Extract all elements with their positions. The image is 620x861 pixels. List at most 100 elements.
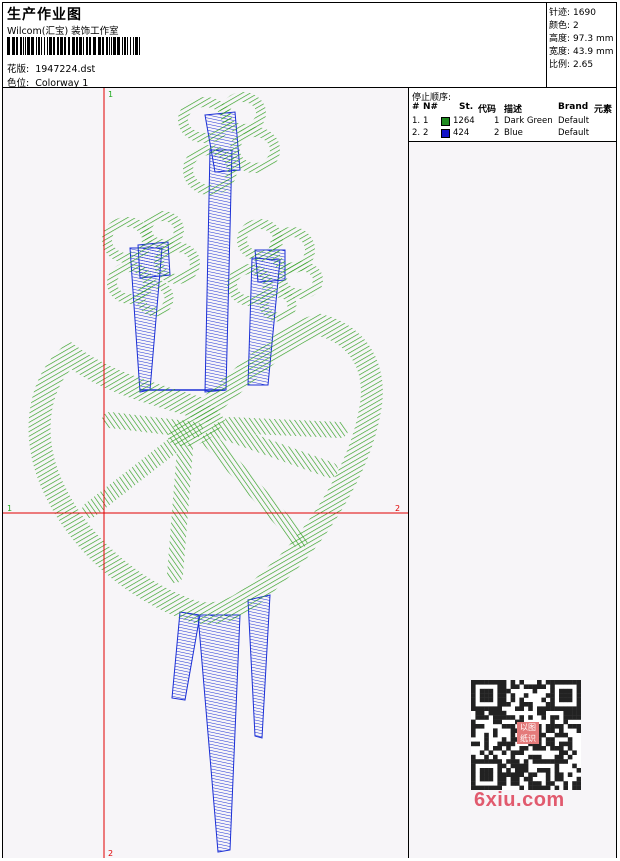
qr-module	[576, 684, 581, 689]
qr-module	[475, 759, 480, 764]
design-value: 1947224.dst	[35, 64, 96, 75]
qr-module	[510, 693, 516, 698]
col-code: 代码	[478, 105, 497, 115]
barcode-bar	[41, 37, 42, 55]
qr-module	[471, 763, 476, 769]
qr-module	[510, 754, 516, 760]
qr-module	[550, 724, 555, 729]
qr-module	[484, 768, 489, 773]
qr-module	[523, 768, 529, 773]
qr-module	[567, 706, 573, 711]
qr-module	[554, 754, 560, 760]
qr-module	[510, 715, 516, 720]
qr-module	[484, 746, 489, 751]
qr-module	[572, 724, 577, 729]
qr-module	[528, 772, 533, 777]
qr-module	[563, 750, 568, 755]
qr-module	[519, 680, 524, 685]
qr-module	[559, 693, 564, 698]
qr-module	[515, 684, 520, 689]
design-height: 高度: 97.3 mm	[549, 31, 613, 44]
qr-module	[471, 776, 476, 782]
qr-module	[519, 763, 524, 769]
qr-module	[501, 781, 507, 786]
qr-module	[497, 719, 502, 725]
axis-mark-top: 1	[108, 90, 113, 99]
qr-module	[479, 776, 485, 782]
qr-module	[563, 781, 568, 786]
qr-module	[510, 741, 516, 747]
qr-module	[497, 710, 502, 716]
barcode-bar	[109, 37, 110, 55]
qr-module	[541, 715, 546, 720]
qr-module	[519, 750, 524, 755]
qr-module	[567, 693, 573, 698]
qr-module	[545, 781, 551, 786]
qr-module	[567, 741, 573, 747]
qr-module	[475, 715, 480, 720]
qr-module	[479, 688, 485, 694]
qr-module	[488, 688, 494, 694]
colors-value: 2	[573, 21, 579, 31]
axis-mark-left: 1	[7, 504, 12, 513]
qr-module	[488, 680, 494, 685]
qr-module	[475, 706, 480, 711]
stop-table-header: # N# St. 代码 描述 Brand 元素	[412, 102, 616, 115]
qr-module	[563, 759, 568, 764]
qr-module	[572, 680, 577, 685]
qr-module	[497, 776, 502, 782]
qr-module	[563, 710, 568, 716]
embroidery-preview: 1 2 1 2	[3, 88, 408, 858]
qr-module	[554, 706, 560, 711]
barcode-bar	[102, 37, 104, 55]
qr-module	[576, 710, 581, 716]
qr-module	[488, 693, 494, 698]
qr-module	[545, 768, 551, 773]
qr-module	[550, 759, 555, 764]
qr-module	[519, 768, 524, 773]
qr-module	[497, 688, 502, 694]
design-canvas[interactable]: 1 2 1 2	[3, 88, 408, 858]
qr-module	[510, 697, 516, 703]
qr-module	[488, 710, 494, 716]
qr-module	[567, 746, 573, 751]
qr-module	[501, 688, 507, 694]
qr-module	[475, 741, 480, 747]
barcode-bar	[25, 37, 26, 55]
stitches-label: 针迹:	[549, 8, 571, 18]
qr-module	[545, 737, 551, 742]
qr-module	[523, 702, 529, 707]
qr-module	[506, 768, 511, 773]
qr-module	[506, 746, 511, 751]
barcode-bar	[133, 37, 134, 55]
qr-module	[537, 754, 542, 760]
qr-module	[537, 768, 542, 773]
qr-module	[510, 732, 516, 738]
qr-module	[567, 772, 573, 777]
qr-module	[559, 680, 564, 685]
qr-module	[576, 697, 581, 703]
qr-module	[493, 719, 498, 725]
qr-module	[528, 754, 533, 760]
qr-module	[479, 750, 485, 755]
barcode-bar	[20, 37, 22, 55]
qr-module	[550, 737, 555, 742]
qr-module	[484, 776, 489, 782]
col-stitches: St.	[459, 102, 474, 112]
qr-module	[559, 754, 564, 760]
barcode-bar	[16, 37, 18, 55]
qr-module	[475, 710, 480, 716]
qr-module	[528, 684, 533, 689]
qr-module	[488, 768, 494, 773]
colorway-label: 色位:	[7, 78, 30, 89]
col-num: #	[412, 102, 420, 112]
qr-module	[501, 710, 507, 716]
barcode-bar	[135, 37, 138, 55]
qr-module	[484, 759, 489, 764]
qr-module	[563, 741, 568, 747]
qr-module	[479, 715, 485, 720]
qr-module	[506, 724, 511, 729]
barcode-bar	[47, 37, 48, 55]
qr-module	[537, 746, 542, 751]
qr-module	[576, 702, 581, 707]
